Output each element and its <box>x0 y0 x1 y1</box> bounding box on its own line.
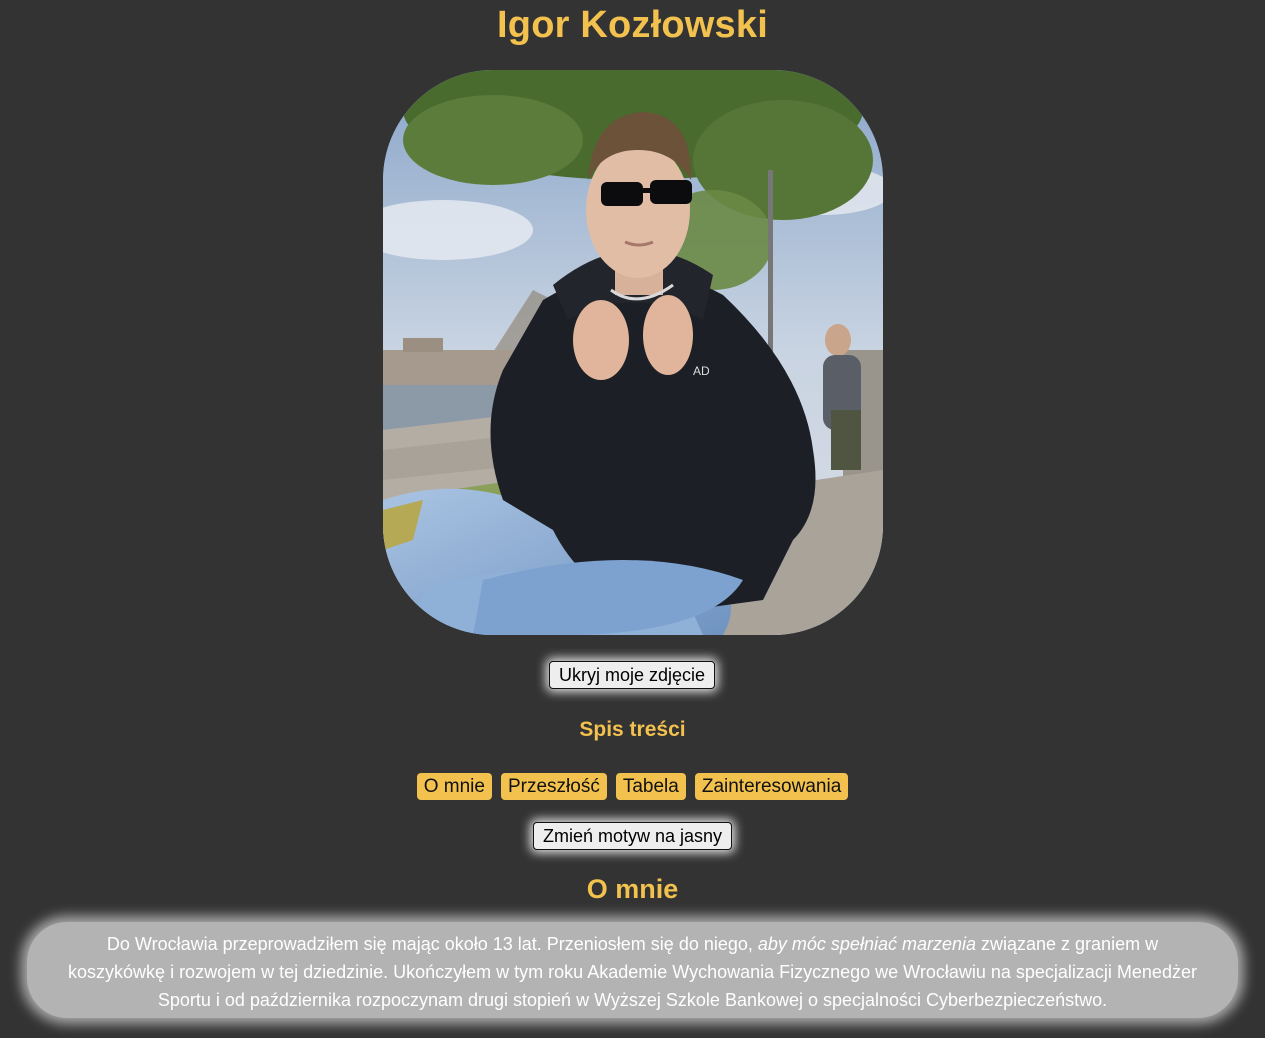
toc-link-tabela[interactable]: Tabela <box>615 773 686 800</box>
toc-title: Spis treści <box>579 718 686 741</box>
profile-photo: AD <box>383 70 883 635</box>
page-title: Igor Kozłowski <box>497 4 768 46</box>
toc-link-zainteresowania[interactable]: Zainteresowania <box>694 773 849 800</box>
toc-link-o-mnie[interactable]: O mnie <box>416 773 492 800</box>
hide-photo-button[interactable]: Ukryj moje zdjęcie <box>549 661 715 689</box>
table-of-contents: O mnie Przeszłość Tabela Zainteresowania <box>0 773 1265 800</box>
about-text-emphasis: aby móc spełniać marzenia <box>757 934 976 954</box>
about-text-part-1: Do Wrocławia przeprowadziłem się mając o… <box>106 934 758 954</box>
svg-text:AD: AD <box>693 364 710 378</box>
about-text: Do Wrocławia przeprowadziłem się mając o… <box>27 922 1238 1018</box>
about-heading: O mnie <box>586 874 679 904</box>
theme-toggle-button[interactable]: Zmień motyw na jasny <box>533 822 732 850</box>
toc-link-przeszlosc[interactable]: Przeszłość <box>500 773 607 800</box>
